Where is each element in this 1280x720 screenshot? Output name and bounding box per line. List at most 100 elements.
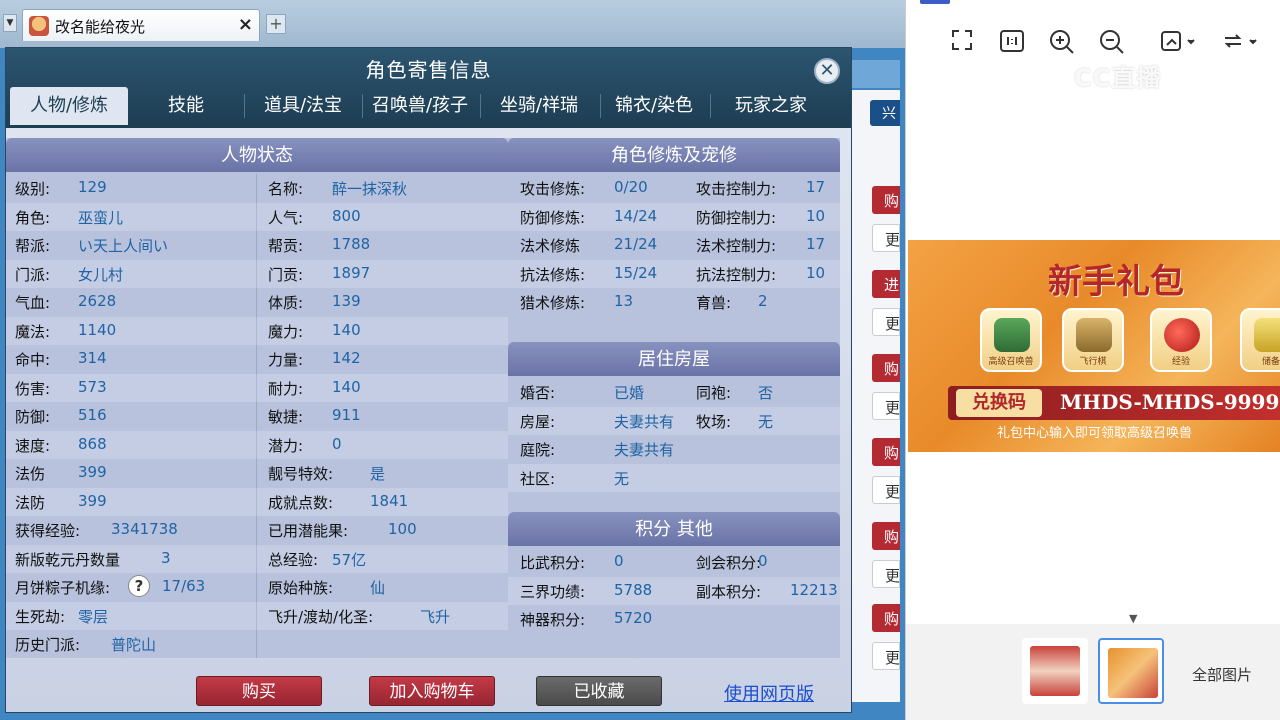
gift-caption: 高级召唤兽	[988, 357, 1034, 367]
stat-label: 潜力:	[268, 436, 304, 455]
redeem-code-value: MHDS-MHDS-9999-999	[1060, 390, 1280, 414]
game-client-window: ▼ 改名能给夜光 × + 兴 购 更 进 更 购 更 购 更 购 更 购 更 角…	[0, 0, 905, 720]
status-panel-title: 人物状态	[6, 138, 508, 172]
stat-value: 868	[78, 434, 107, 453]
background-buy-button[interactable]: 购	[872, 604, 900, 632]
thumbnail-selected[interactable]	[1098, 638, 1164, 704]
points-row: 三界功绩: 5788 副本积分: 12213	[508, 576, 840, 605]
tab-separator	[362, 94, 363, 118]
row-label: 同袍:	[696, 384, 732, 402]
row-value: 17	[806, 178, 826, 196]
cultivation-row: 法术修炼 21/24 法术控制力: 17	[508, 231, 840, 259]
thumbnail[interactable]	[1022, 638, 1088, 704]
row-label: 法术控制力:	[696, 237, 777, 255]
row-label: 房屋:	[520, 412, 556, 431]
background-more-button[interactable]: 更	[872, 392, 900, 420]
favorited-button[interactable]: 已收藏	[536, 676, 662, 706]
stat-value: 3341738	[111, 520, 178, 538]
stat-value: 仙	[370, 579, 386, 597]
row-label: 防御修炼:	[520, 208, 586, 227]
stat-value: 巫蛮儿	[78, 208, 124, 227]
tab-pets[interactable]: 召唤兽/孩子	[364, 87, 476, 125]
status-row: 历史门派: 普陀山	[6, 630, 508, 658]
stat-value: 516	[78, 406, 107, 424]
tab-player-home[interactable]: 玩家之家	[712, 87, 830, 125]
tab-items[interactable]: 道具/法宝	[246, 87, 360, 125]
zoom-in-icon[interactable]	[1048, 28, 1076, 56]
stat-value: 17/63	[162, 577, 206, 595]
background-more-button[interactable]: 更	[872, 224, 900, 252]
points-panel: 积分 其他 比武积分: 0 剑会积分: 0 三界功绩: 5788 副本积分: 12213 神器积…	[508, 512, 840, 658]
stat-label: 速度:	[15, 436, 51, 455]
stat-value: 140	[332, 377, 361, 396]
actual-size-icon[interactable]	[998, 28, 1026, 56]
tab-skills[interactable]: 技能	[132, 87, 240, 125]
cultivation-row: 防御修炼: 14/24 防御控制力: 10	[508, 202, 840, 231]
tab-mounts[interactable]: 坐骑/祥瑞	[482, 87, 596, 125]
row-label: 牧场:	[696, 412, 732, 431]
image-viewer: CC直播 新手礼包 高级召唤兽 飞行棋 经验 储备 兑换码 MHDS-MHDS-…	[905, 0, 1280, 720]
background-more-button[interactable]: 更	[872, 560, 900, 588]
rotate-icon[interactable]	[1220, 28, 1260, 56]
stat-label: 防御:	[15, 408, 51, 426]
stat-value: 1140	[78, 320, 117, 339]
gift-item: 经验	[1150, 308, 1212, 372]
tab-outfits[interactable]: 锦衣/染色	[602, 87, 706, 125]
stat-value: 3	[161, 548, 171, 567]
row-value: 2	[758, 292, 768, 310]
cultivation-row: 抗法修炼: 15/24 抗法控制力: 10	[508, 259, 840, 288]
status-panel: 人物状态 级别: 129 名称: 醉一抹深秋 角色: 巫蛮儿 人气: 800 帮派: い天上人间い…	[6, 138, 508, 658]
tab-close-icon[interactable]: ×	[238, 14, 253, 35]
stat-value: い天上人间い	[78, 237, 169, 255]
buy-button[interactable]: 购买	[196, 676, 322, 706]
stat-value: 零层	[78, 607, 109, 626]
row-value: 17	[806, 235, 826, 253]
status-row: 新版乾元丹数量 3 总经验: 57亿	[6, 544, 508, 573]
background-more-button[interactable]: 更	[872, 476, 900, 504]
close-icon[interactable]: ✕	[814, 58, 840, 84]
stat-label: 伤害:	[15, 379, 51, 398]
stat-label: 门派:	[15, 265, 51, 284]
background-more-button[interactable]: 更	[872, 642, 900, 670]
tab-list-arrow[interactable]: ▼	[3, 14, 17, 32]
web-version-link[interactable]: 使用网页版	[724, 680, 814, 706]
background-buy-button[interactable]: 进	[872, 270, 900, 298]
tab-separator	[600, 94, 601, 118]
stat-label: 获得经验:	[15, 522, 81, 540]
edit-image-icon[interactable]	[1158, 28, 1198, 56]
status-row: 角色: 巫蛮儿 人气: 800	[6, 202, 508, 231]
housing-row: 婚否: 已婚 同袍: 否	[508, 378, 840, 406]
all-images-link[interactable]: 全部图片	[1192, 664, 1252, 685]
board-icon	[1076, 318, 1112, 352]
stat-value: 139	[332, 292, 361, 310]
stat-label: 法伤	[15, 465, 46, 483]
gift-pack-banner: 新手礼包 高级召唤兽 飞行棋 经验 储备 兑换码 MHDS-MHDS-9999-…	[908, 240, 1280, 452]
fullscreen-icon[interactable]	[948, 28, 976, 56]
stat-label: 魔力:	[268, 322, 304, 341]
background-buy-button[interactable]: 购	[872, 522, 900, 550]
stat-value: 飞升	[420, 607, 451, 626]
background-more-button[interactable]: 更	[872, 308, 900, 336]
housing-row: 房屋: 夫妻共有 牧场: 无	[508, 406, 840, 435]
background-buy-button[interactable]: 购	[872, 354, 900, 382]
dialog-title: 角色寄售信息	[365, 58, 492, 82]
add-to-cart-button[interactable]: 加入购物车	[369, 676, 495, 706]
stat-value: 普陀山	[111, 636, 157, 654]
housing-panel-title: 居住房屋	[508, 342, 840, 376]
background-button[interactable]: 兴	[870, 100, 900, 126]
new-tab-button[interactable]: +	[266, 14, 286, 34]
status-row: 帮派: い天上人间い 帮贡: 1788	[6, 231, 508, 259]
row-label: 剑会积分:	[696, 554, 762, 572]
tab-character[interactable]: 人物/修炼	[10, 87, 128, 125]
gift-item: 储备	[1240, 308, 1280, 372]
background-buy-button[interactable]: 购	[872, 186, 900, 214]
background-buy-button[interactable]: 购	[872, 438, 900, 466]
points-panel-title: 积分 其他	[508, 512, 840, 546]
help-icon[interactable]: ?	[128, 575, 150, 597]
stat-value: 1788	[332, 235, 371, 253]
row-label: 防御控制力:	[696, 208, 777, 227]
zoom-out-icon[interactable]	[1098, 28, 1126, 56]
stat-label: 魔法:	[15, 322, 51, 341]
row-value: 12213	[790, 580, 838, 599]
browser-tab[interactable]: 改名能给夜光 ×	[22, 9, 260, 41]
